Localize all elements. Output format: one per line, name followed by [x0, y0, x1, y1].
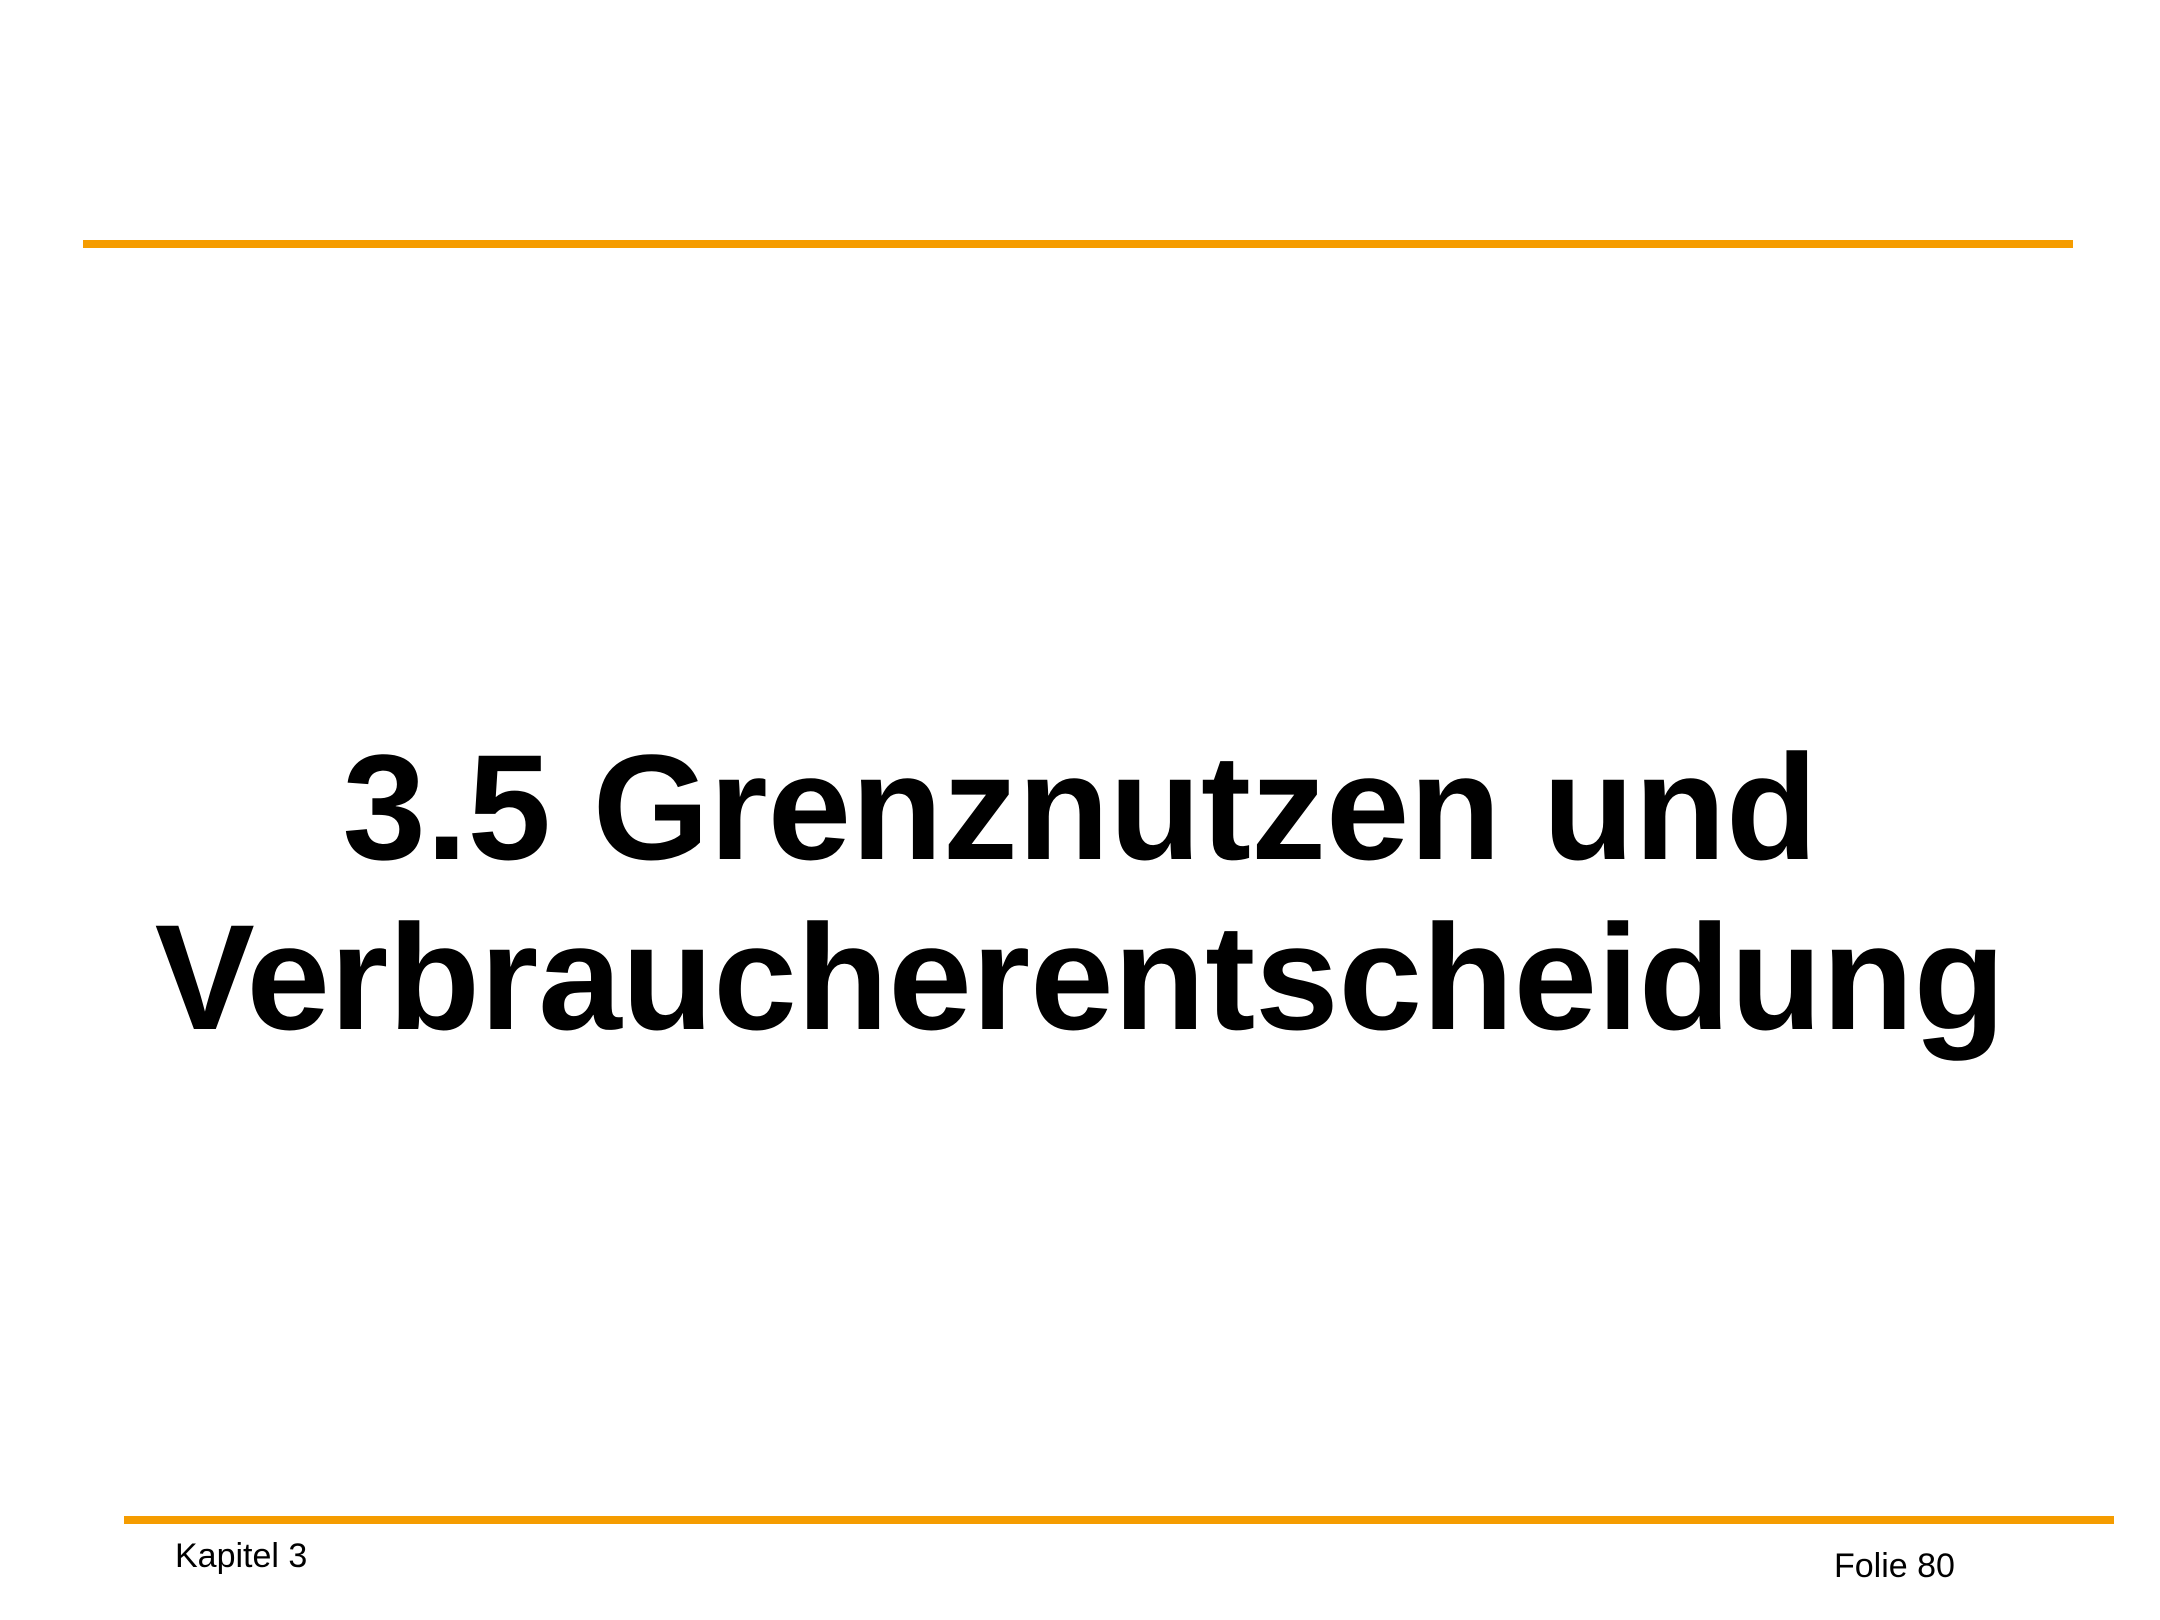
chapter-label: Kapitel 3 — [175, 1537, 308, 1575]
slide-title-line-1: 3.5 Grenznutzen und — [342, 723, 1818, 891]
slide-number: Folie 80 — [1834, 1547, 1955, 1585]
slide: 3.5 Grenznutzen und Verbraucherentscheid… — [0, 0, 2160, 1620]
slide-title: 3.5 Grenznutzen und Verbraucherentscheid… — [80, 722, 2080, 1062]
bottom-accent-rule — [124, 1516, 2114, 1524]
slide-title-line-2: Verbraucherentscheidung — [154, 893, 2006, 1061]
top-accent-rule — [83, 240, 2073, 248]
